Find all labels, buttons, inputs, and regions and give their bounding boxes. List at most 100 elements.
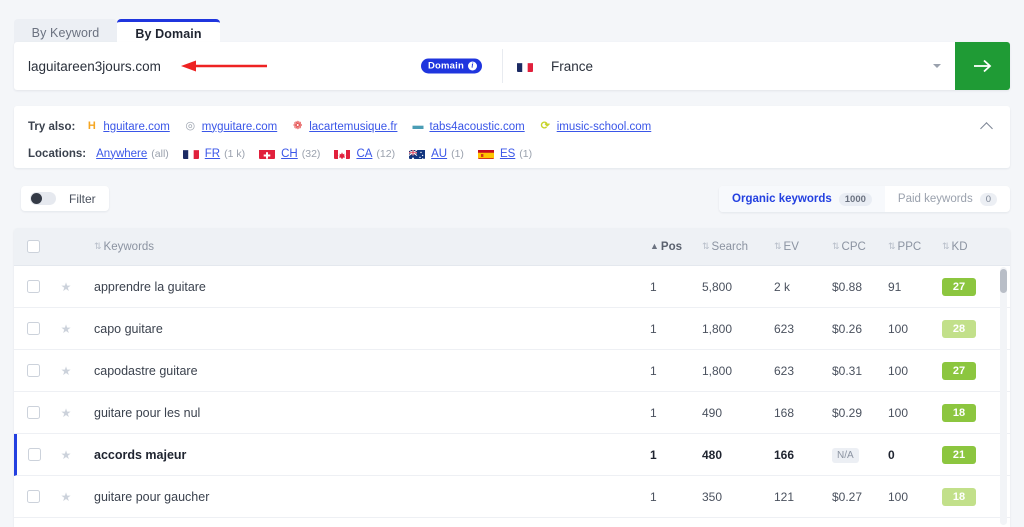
keyword-research-app: By Keyword By Domain Domain i bbox=[0, 0, 1024, 527]
lacartemusique-favicon-icon: ❁ bbox=[293, 120, 303, 132]
location-link[interactable]: CA bbox=[356, 148, 372, 160]
cell-pos: 1 bbox=[650, 363, 657, 378]
row-checkbox[interactable] bbox=[26, 280, 40, 293]
kd-badge: 27 bbox=[942, 278, 976, 296]
location-link[interactable]: AU bbox=[431, 148, 447, 160]
star-icon[interactable]: ★ bbox=[61, 281, 72, 293]
cell-pos: 1 bbox=[650, 321, 657, 336]
row-checkbox[interactable] bbox=[26, 364, 40, 377]
row-star-cell: ★ bbox=[52, 407, 80, 419]
locations-row: Locations: Anywhere (all) FR (1 k) CH (3… bbox=[28, 144, 996, 163]
sort-icon: ⇅ bbox=[702, 241, 709, 251]
star-icon[interactable]: ★ bbox=[61, 365, 72, 377]
table-row[interactable]: ★ guitare pour gaucher 1 350 121 $0.27 100 18 bbox=[14, 476, 1010, 518]
select-all-checkbox[interactable] bbox=[26, 240, 40, 253]
cell-keyword[interactable]: capo guitare bbox=[80, 320, 650, 338]
star-icon[interactable]: ★ bbox=[61, 491, 72, 503]
star-icon[interactable]: ★ bbox=[61, 407, 72, 419]
row-select-cell bbox=[14, 406, 52, 419]
cell-keyword[interactable]: guitare pour gaucher bbox=[80, 488, 650, 506]
cell-search: 1,800 bbox=[702, 363, 733, 378]
tabs4acoustic-favicon-icon: ▬ bbox=[412, 120, 424, 132]
header-ppc[interactable]: ⇅ PPC bbox=[888, 241, 942, 253]
header-pos-inner: ▲ Pos bbox=[650, 241, 702, 253]
suggested-domain-link[interactable]: myguitare.com bbox=[202, 121, 277, 133]
location-link[interactable]: Anywhere bbox=[96, 148, 147, 160]
suggested-domain: H hguitare.com bbox=[85, 120, 170, 133]
myguitare-favicon-icon: ◎ bbox=[185, 120, 196, 132]
cell-search: 480 bbox=[702, 447, 723, 462]
header-ev[interactable]: ⇅ EV bbox=[774, 241, 832, 253]
cell-keyword[interactable]: capodastre guitare bbox=[80, 362, 650, 380]
row-select-cell bbox=[14, 280, 52, 293]
switzerland-flag-icon bbox=[259, 148, 276, 159]
cell-keyword[interactable]: accords majeur bbox=[80, 446, 650, 464]
table-scrollbar[interactable] bbox=[1000, 267, 1007, 525]
try-also-row: Try also: H hguitare.com ◎ myguitare.com… bbox=[28, 117, 996, 136]
header-pos[interactable]: ▲ Pos bbox=[650, 241, 702, 253]
chevron-up-icon[interactable] bbox=[981, 120, 994, 133]
location-link[interactable]: ES bbox=[500, 148, 515, 160]
table-row[interactable]: ★ capodastre guitare 1 1,800 623 $0.31 100 27 bbox=[14, 350, 1010, 392]
cell-search: 1,800 bbox=[702, 321, 733, 336]
suggested-domain-link[interactable]: lacartemusique.fr bbox=[309, 121, 397, 133]
table-row[interactable]: ★ capo guitare 1 1,800 623 $0.26 100 28 bbox=[14, 308, 1010, 350]
location-link[interactable]: FR bbox=[205, 148, 220, 160]
row-checkbox[interactable] bbox=[26, 490, 40, 503]
cell-search: 5,800 bbox=[702, 279, 733, 294]
cpc-na-badge: N/A bbox=[832, 447, 859, 463]
cell-keyword[interactable]: apprendre la guitare bbox=[80, 278, 650, 296]
suggested-domain-link[interactable]: tabs4acoustic.com bbox=[429, 121, 524, 133]
row-checkbox[interactable] bbox=[26, 406, 40, 419]
info-icon: i bbox=[468, 61, 477, 71]
header-keywords[interactable]: ⇅ Keywords bbox=[80, 241, 650, 253]
mode-badge-label: Domain bbox=[427, 60, 464, 72]
suggested-domain-link[interactable]: imusic-school.com bbox=[557, 121, 652, 133]
keyword-text: apprendre la guitare bbox=[94, 279, 206, 294]
domain-input[interactable] bbox=[28, 58, 328, 74]
sort-icon: ⇅ bbox=[94, 241, 101, 251]
header-ppc-inner: ⇅ PPC bbox=[888, 241, 942, 253]
cell-keyword[interactable]: guitare pour les nul bbox=[80, 404, 650, 422]
france-flag-icon bbox=[517, 61, 533, 72]
row-checkbox[interactable] bbox=[26, 322, 40, 335]
location-link[interactable]: CH bbox=[281, 148, 298, 160]
suggested-domain-link[interactable]: hguitare.com bbox=[103, 121, 169, 133]
kd-badge: 27 bbox=[942, 362, 976, 380]
table-row[interactable]: ★ accords majeur 1 480 166 N/A 0 21 bbox=[14, 434, 1010, 476]
keyword-type-tabs: Organic keywords 1000 Paid keywords 0 bbox=[719, 186, 1010, 212]
country-name: France bbox=[551, 58, 594, 74]
header-ev-inner: ⇅ EV bbox=[774, 241, 832, 253]
filter-label: Filter bbox=[69, 191, 96, 206]
cell-cpc: N/A bbox=[832, 447, 888, 463]
header-search[interactable]: ⇅ Search bbox=[702, 241, 774, 253]
row-checkbox[interactable] bbox=[28, 448, 41, 461]
tab-paid-keywords-label: Paid keywords bbox=[897, 193, 973, 205]
tab-organic-keywords[interactable]: Organic keywords 1000 bbox=[719, 186, 885, 212]
tab-by-domain-label: By Domain bbox=[135, 27, 202, 41]
location-count: (1 k) bbox=[224, 147, 246, 160]
table-row[interactable]: ★ apprendre la guitare 1 5,800 2 k $0.88 91 27 bbox=[14, 266, 1010, 308]
header-cpc[interactable]: ⇅ CPC bbox=[832, 241, 888, 253]
star-icon[interactable]: ★ bbox=[61, 449, 72, 461]
location-ca: CA (12) bbox=[334, 148, 395, 160]
mode-badge[interactable]: Domain i bbox=[420, 58, 482, 74]
tab-paid-keywords[interactable]: Paid keywords 0 bbox=[885, 186, 1010, 212]
cell-search: 490 bbox=[702, 405, 723, 420]
cell-pos: 1 bbox=[650, 405, 657, 420]
table-row[interactable]: ★ guitare pour les nul 1 490 168 $0.29 100 18 bbox=[14, 392, 1010, 434]
country-selector[interactable]: France bbox=[503, 42, 955, 90]
keyword-text: guitare pour gaucher bbox=[94, 489, 210, 504]
search-submit-button[interactable] bbox=[955, 42, 1010, 90]
filter-toggle-button[interactable]: Filter bbox=[21, 186, 109, 211]
location-es: ES (1) bbox=[477, 148, 532, 160]
header-pos-label: Pos bbox=[660, 240, 683, 253]
cell-pos: 1 bbox=[650, 447, 657, 462]
header-kd[interactable]: ⇅ KD bbox=[942, 241, 1010, 253]
location-fr: FR (1 k) bbox=[182, 147, 246, 160]
table-body: ★ apprendre la guitare 1 5,800 2 k $0.88 91 27 ★… bbox=[14, 266, 1010, 518]
star-icon[interactable]: ★ bbox=[61, 323, 72, 335]
cell-cpc: $0.31 bbox=[832, 363, 863, 378]
filter-switch[interactable] bbox=[30, 192, 56, 205]
table-scrollbar-thumb[interactable] bbox=[1000, 269, 1007, 293]
